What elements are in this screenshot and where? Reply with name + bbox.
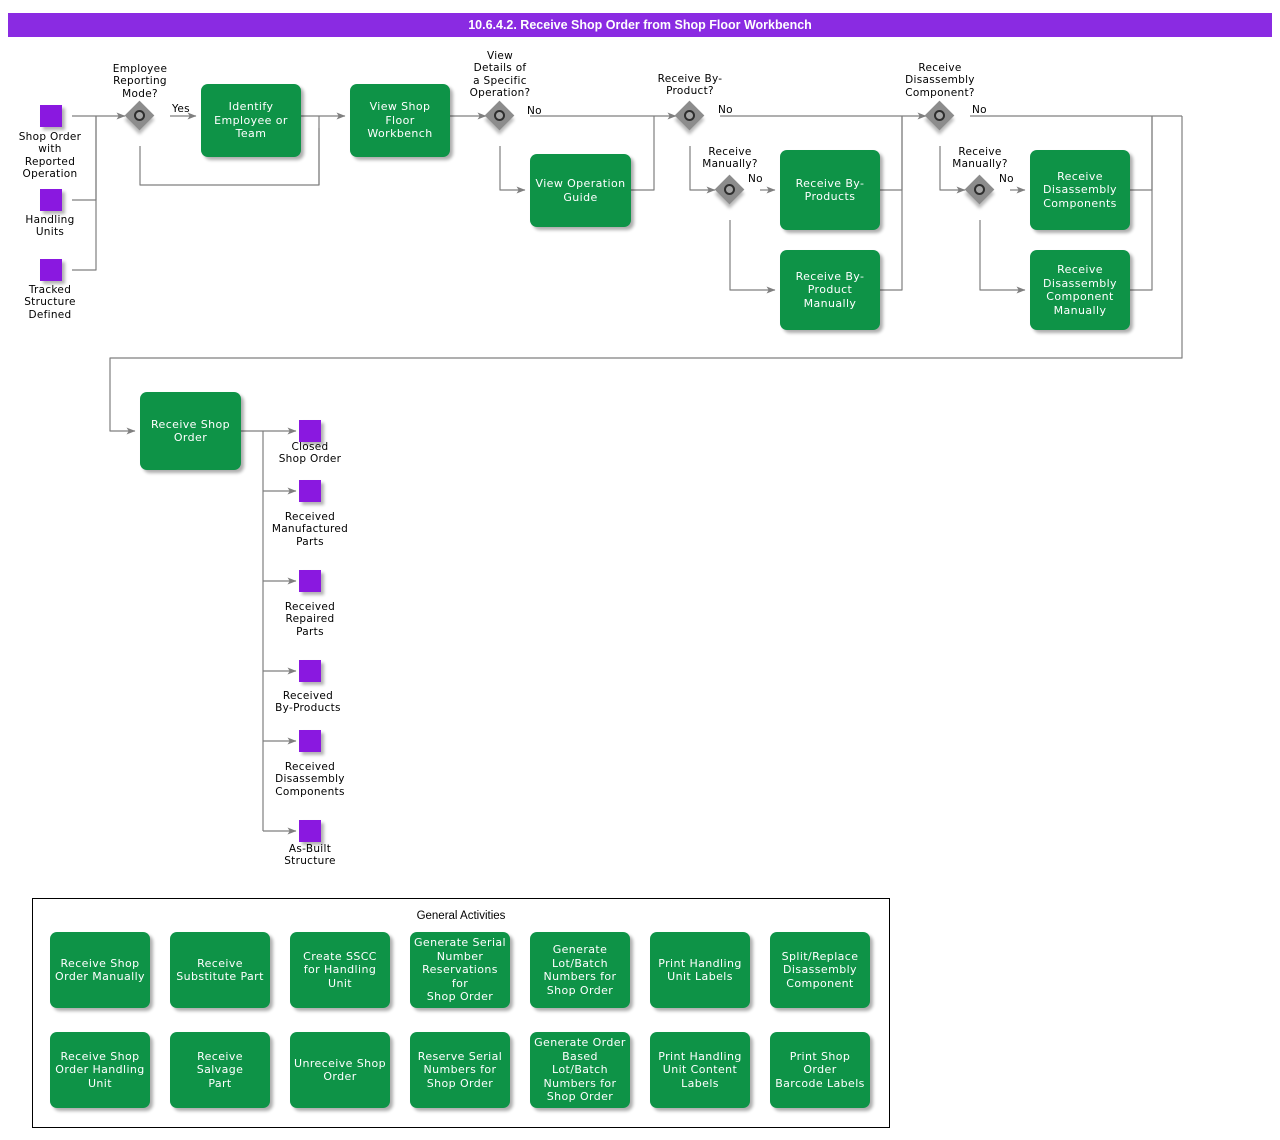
data-object-handling-units[interactable] xyxy=(40,189,62,211)
label-received-disassembly-components: Received Disassembly Components xyxy=(275,761,345,798)
gateway-receive-disassembly-manually[interactable] xyxy=(964,174,995,205)
activity-receive-by-product-manually[interactable]: Receive By- Product Manually xyxy=(780,250,880,330)
gateway-view-details-of-a-specific-operation[interactable] xyxy=(484,100,515,131)
gateway-label-receive-by-product: Receive By- Product? xyxy=(657,73,723,98)
general-activity-receive-salvage-part[interactable]: Receive Salvage Part xyxy=(170,1032,270,1108)
activity-label: Identify Employee or Team xyxy=(214,100,288,141)
general-activity-label: Create SSCC for Handling Unit xyxy=(303,949,377,990)
activity-receive-by-products[interactable]: Receive By- Products xyxy=(780,150,880,230)
data-object-received-manufactured-parts[interactable] xyxy=(299,480,321,502)
general-activity-receive-shop-order-handling-unit[interactable]: Receive Shop Order Handling Unit xyxy=(50,1032,150,1108)
gateway-ring-icon xyxy=(724,184,735,195)
gateway-label-receive-by-product-manually: Receive Manually? xyxy=(702,146,758,171)
gateway-label-receive-disassembly-manually: Receive Manually? xyxy=(952,146,1008,171)
general-activity-label: Print Handling Unit Content Labels xyxy=(658,1049,742,1090)
gateway-label-view-details-of-a-specific-operation: View Details of a Specific Operation? xyxy=(469,50,531,99)
general-activity-create-sscc-for-handling-unit[interactable]: Create SSCC for Handling Unit xyxy=(290,932,390,1008)
general-activity-generate-order-based-lot-batch-numbers-for-shop-order[interactable]: Generate Order Based Lot/Batch Numbers for… xyxy=(530,1032,630,1108)
general-activity-label: Receive Shop Order Manually xyxy=(55,956,145,984)
general-activity-receive-shop-order-manually[interactable]: Receive Shop Order Manually xyxy=(50,932,150,1008)
activity-receive-disassembly-components[interactable]: Receive Disassembly Components xyxy=(1030,150,1130,230)
flowchart-canvas: 10.6.4.2. Receive Shop Order from Shop F… xyxy=(0,0,1280,1140)
general-activity-label: Generate Serial Number Reservations for Sho… xyxy=(414,936,506,1004)
label-as-built-structure: As-Built Structure xyxy=(284,843,336,868)
activity-label: Receive Disassembly Components xyxy=(1043,169,1117,210)
general-activity-label: Receive Salvage Part xyxy=(196,1049,244,1090)
activity-label: Receive Disassembly Component Manually xyxy=(1043,263,1117,317)
edge-label-receive-by-product-no: No xyxy=(718,104,733,116)
activity-label: Receive Shop Order xyxy=(150,417,231,445)
general-activity-label: Receive Shop Order Handling Unit xyxy=(55,1049,145,1090)
diagram-title-bar: 10.6.4.2. Receive Shop Order from Shop F… xyxy=(8,13,1272,37)
general-activity-generate-lot-batch-numbers-for-shop-order[interactable]: Generate Lot/Batch Numbers for Shop Order xyxy=(530,932,630,1008)
data-object-received-disassembly-components[interactable] xyxy=(299,730,321,752)
general-activity-print-shop-order-barcode-labels[interactable]: Print Shop Order Barcode Labels xyxy=(770,1032,870,1108)
general-activity-label: Print Shop Order Barcode Labels xyxy=(775,1049,865,1090)
label-received-manufactured-parts: Received Manufactured Parts xyxy=(271,511,349,548)
data-object-as-built-structure[interactable] xyxy=(299,820,321,842)
activity-identify-employee-or-team[interactable]: Identify Employee or Team xyxy=(201,84,301,157)
general-activity-label: Unreceive Shop Order xyxy=(294,1056,386,1084)
gateway-ring-icon xyxy=(134,110,145,121)
general-activity-print-handling-unit-labels[interactable]: Print Handling Unit Labels xyxy=(650,932,750,1008)
activity-label: View Operation Guide xyxy=(535,177,626,204)
gateway-receive-by-product[interactable] xyxy=(674,100,705,131)
general-activity-split-replace-disassembly-component[interactable]: Split/Replace Disassembly Component xyxy=(770,932,870,1008)
data-object-closed-shop-order[interactable] xyxy=(299,420,321,442)
label-received-by-products: Received By-Products xyxy=(275,690,341,715)
data-object-received-by-products[interactable] xyxy=(299,660,321,682)
general-activity-unreceive-shop-order[interactable]: Unreceive Shop Order xyxy=(290,1032,390,1108)
label-closed-shop-order: Closed Shop Order xyxy=(278,441,342,466)
data-object-shop-order-with-reported-operation[interactable] xyxy=(40,105,62,127)
gateway-label-receive-disassembly-component: Receive Disassembly Component? xyxy=(905,62,975,99)
edge-label-view-details-no: No xyxy=(527,105,542,117)
gateway-ring-icon xyxy=(974,184,985,195)
general-activity-receive-substitute-part[interactable]: Receive Substitute Part xyxy=(170,932,270,1008)
activity-label: Receive By- Product Manually xyxy=(795,269,865,310)
gateway-employee-reporting-mode[interactable] xyxy=(124,100,155,131)
gateway-ring-icon xyxy=(934,110,945,121)
gateway-receive-disassembly-component[interactable] xyxy=(924,100,955,131)
label-shop-order-with-reported-operation: Shop Order with Reported Operation xyxy=(18,131,82,180)
activity-label: Receive By- Products xyxy=(795,176,865,204)
edge-label-employee-reporting-mode-yes: Yes xyxy=(172,103,190,115)
gateway-label-employee-reporting-mode: Employee Reporting Mode? xyxy=(112,63,168,100)
label-handling-units: Handling Units xyxy=(25,214,75,239)
page-title: 10.6.4.2. Receive Shop Order from Shop F… xyxy=(468,18,812,32)
general-activity-generate-serial-number-reservations-for-shop-order[interactable]: Generate Serial Number Reservations for Sho… xyxy=(410,932,510,1008)
general-activity-label: Receive Substitute Part xyxy=(176,956,264,984)
label-tracked-structure-defined: Tracked Structure Defined xyxy=(24,284,76,321)
label-received-repaired-parts: Received Repaired Parts xyxy=(284,601,336,638)
general-activity-reserve-serial-numbers-for-shop-order[interactable]: Reserve Serial Numbers for Shop Order xyxy=(410,1032,510,1108)
general-activities-title: General Activities xyxy=(416,910,506,922)
activity-view-operation-guide[interactable]: View Operation Guide xyxy=(530,154,631,227)
data-object-received-repaired-parts[interactable] xyxy=(299,570,321,592)
general-activity-label: Generate Lot/Batch Numbers for Shop Order xyxy=(543,943,617,997)
general-activity-print-handling-unit-content-labels[interactable]: Print Handling Unit Content Labels xyxy=(650,1032,750,1108)
general-activity-label: Reserve Serial Numbers for Shop Order xyxy=(417,1049,503,1090)
activity-receive-disassembly-component-manually[interactable]: Receive Disassembly Component Manually xyxy=(1030,250,1130,330)
data-object-tracked-structure-defined[interactable] xyxy=(40,259,62,281)
general-activity-label: Split/Replace Disassembly Component xyxy=(781,949,859,990)
general-activity-label: Generate Order Based Lot/Batch Numbers for… xyxy=(534,1036,626,1104)
activity-view-shop-floor-workbench[interactable]: View Shop Floor Workbench xyxy=(350,84,450,157)
edge-label-receive-by-product-manually-no: No xyxy=(748,173,763,185)
gateway-receive-by-product-manually[interactable] xyxy=(714,174,745,205)
edge-label-receive-disassembly-manually-no: No xyxy=(999,173,1014,185)
gateway-ring-icon xyxy=(684,110,695,121)
activity-label: View Shop Floor Workbench xyxy=(367,100,433,141)
general-activity-label: Print Handling Unit Labels xyxy=(658,956,742,984)
edge-label-receive-disassembly-component-no: No xyxy=(972,104,987,116)
gateway-ring-icon xyxy=(494,110,505,121)
activity-receive-shop-order[interactable]: Receive Shop Order xyxy=(140,392,241,470)
